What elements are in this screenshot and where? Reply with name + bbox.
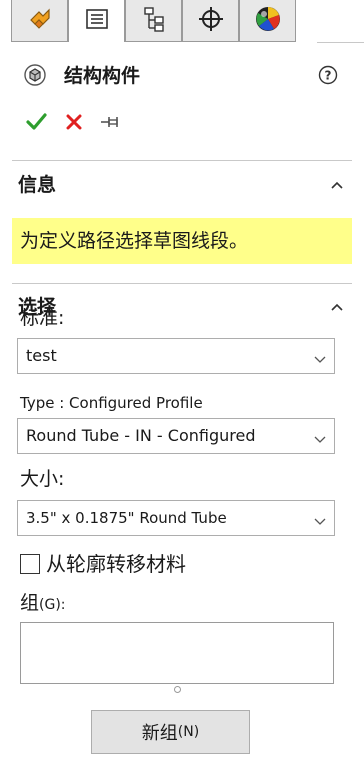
size-dropdown[interactable]: 3.5" x 0.1875" Round Tube (17, 500, 335, 536)
configuration-manager-icon (142, 6, 166, 36)
checkmark-icon (25, 111, 47, 137)
transfer-material-checkbox[interactable] (20, 554, 40, 574)
groups-label-text: 组 (20, 592, 40, 614)
tab-dimxpert-manager[interactable] (182, 0, 239, 42)
type-value: Round Tube - IN - Configured (26, 426, 256, 445)
tab-configuration-manager[interactable] (125, 0, 182, 42)
transfer-material-label: 从轮廓转移材料 (46, 552, 186, 576)
property-manager-icon (85, 8, 109, 34)
pin-button[interactable] (96, 110, 124, 138)
section-divider (12, 160, 352, 161)
dimxpert-icon (198, 6, 224, 36)
structure-member-icon (24, 64, 46, 90)
standard-dropdown[interactable]: test (17, 338, 335, 374)
help-icon[interactable]: ? (318, 65, 338, 89)
svg-text:?: ? (325, 69, 332, 83)
panel-title: 结构构件 (64, 65, 141, 87)
info-message: 为定义路径选择草图线段。 (12, 218, 352, 264)
section-divider (12, 283, 352, 284)
groups-shortcut: (G): (39, 597, 66, 613)
chevron-down-icon (314, 350, 326, 369)
chevron-up-icon[interactable] (330, 299, 344, 318)
info-section-header[interactable]: 信息 (18, 171, 348, 199)
transfer-material-option[interactable]: 从轮廓转移材料 (20, 550, 320, 580)
new-group-label: 新组 (141, 723, 178, 744)
tab-display-manager[interactable] (239, 0, 296, 42)
groups-label: 组(G): (20, 590, 66, 618)
tab-feature-manager[interactable] (11, 0, 68, 42)
type-dropdown[interactable]: Round Tube - IN - Configured (17, 418, 335, 454)
groups-listbox[interactable] (20, 622, 334, 684)
tab-bar-divider (317, 42, 364, 43)
type-label: Type : Configured Profile (20, 394, 203, 412)
panel-title-row: 结构构件 ? (24, 62, 344, 90)
pushpin-icon (99, 114, 121, 134)
size-value: 3.5" x 0.1875" Round Tube (26, 509, 227, 527)
size-label: 大小: (20, 468, 65, 490)
new-group-shortcut: (N) (177, 724, 200, 740)
selection-section-header[interactable]: 选择 (18, 293, 348, 321)
action-buttons (22, 110, 222, 140)
appearance-icon (254, 5, 282, 37)
manager-tab-bar (0, 0, 364, 44)
new-group-button[interactable]: 新组 (N) (91, 710, 250, 754)
tab-property-manager[interactable] (68, 0, 125, 42)
info-section-title: 信息 (18, 174, 57, 196)
feature-tree-icon (27, 6, 53, 36)
standard-value: test (26, 346, 57, 365)
listbox-resize-handle[interactable] (174, 686, 181, 693)
chevron-up-icon[interactable] (330, 177, 344, 196)
close-icon (64, 112, 84, 136)
standard-label: 标准: (20, 307, 65, 329)
chevron-down-icon (314, 512, 326, 531)
cancel-button[interactable] (60, 110, 88, 138)
ok-button[interactable] (22, 110, 50, 138)
chevron-down-icon (314, 430, 326, 449)
